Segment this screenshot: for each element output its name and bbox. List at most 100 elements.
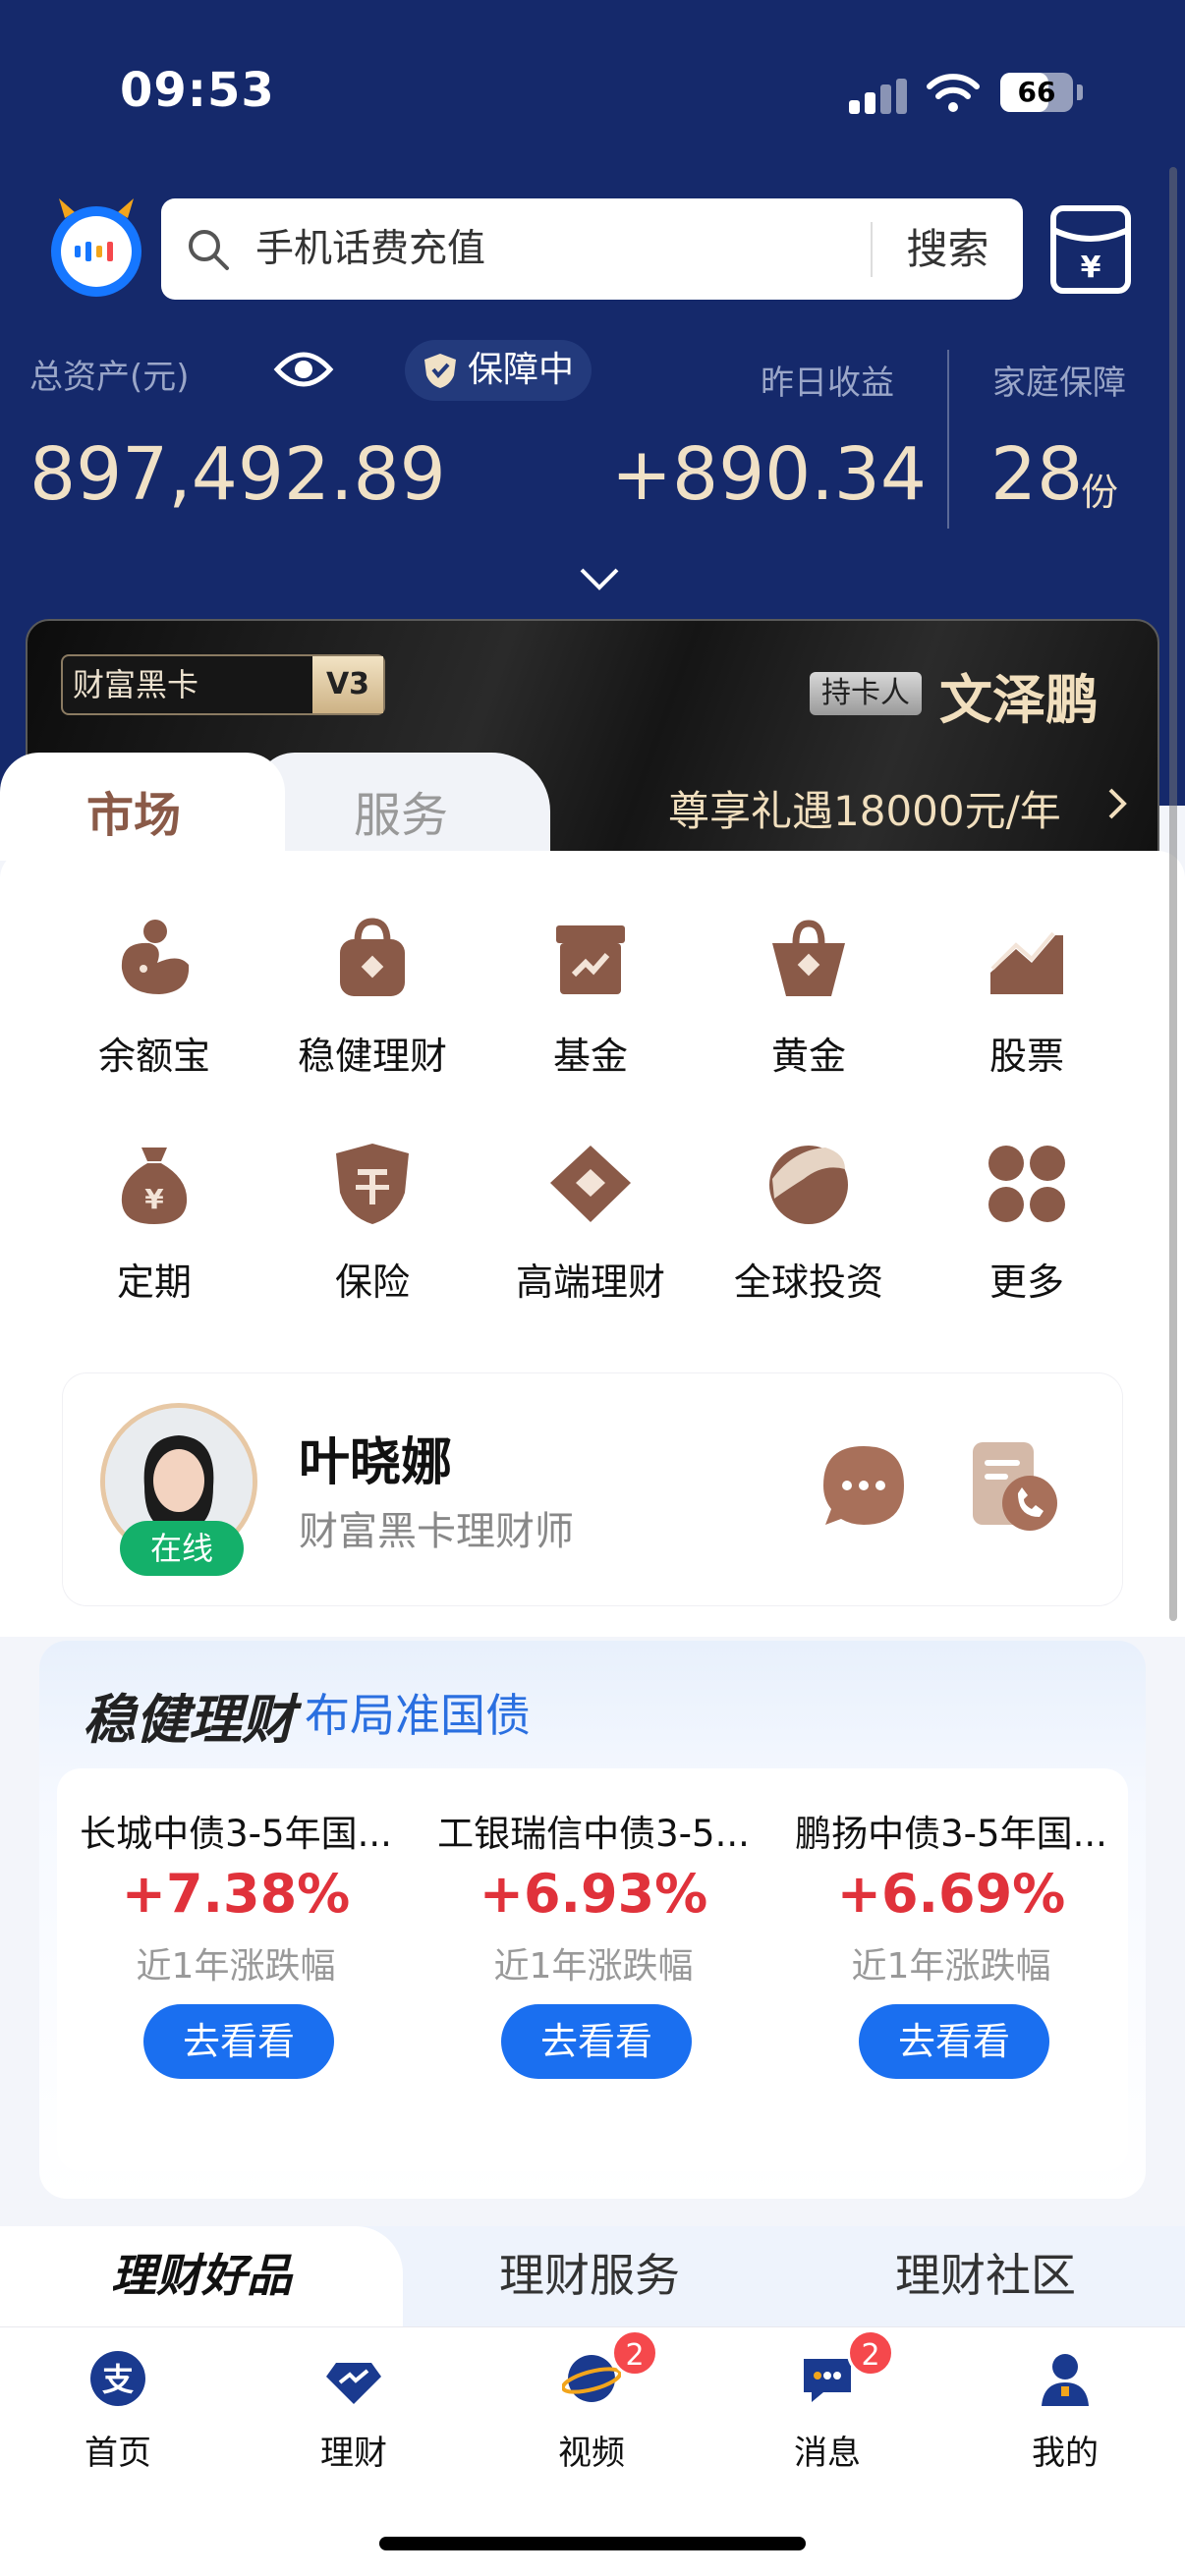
grid-label: 更多 xyxy=(988,1260,1064,1304)
product-name: 工银瑞信中债3-5... xyxy=(437,1813,750,1855)
product-rate-label: 近1年涨跌幅 xyxy=(136,1946,336,1987)
card-holder-label: 持卡人 xyxy=(810,672,922,715)
grid-item-more[interactable]: 更多 xyxy=(906,1140,1142,1336)
nav-label: 视频 xyxy=(558,2434,625,2473)
card-offer-text[interactable]: 尊享礼遇18000元/年 xyxy=(668,778,1061,838)
grid-label: 高端理财 xyxy=(515,1260,665,1304)
grid-item-insurance[interactable]: 保险 xyxy=(252,1140,487,1336)
alipay-mascot-icon[interactable] xyxy=(45,196,147,299)
shield-icon xyxy=(424,354,456,388)
svg-text:支: 支 xyxy=(102,2361,134,2398)
bag-lock-icon xyxy=(340,918,405,996)
wifi-icon xyxy=(927,74,980,112)
grid-label: 黄金 xyxy=(770,1035,846,1078)
grid-label: 余额宝 xyxy=(97,1035,210,1078)
grid-item-fixed-term[interactable]: ¥ 定期 xyxy=(33,1140,269,1336)
product-card[interactable]: 工银瑞信中债3-5... +6.93% 近1年涨跌幅 去看看 xyxy=(415,1768,772,2161)
phone-call-icon[interactable] xyxy=(967,1438,1061,1535)
grid-item-gold[interactable]: 黄金 xyxy=(688,914,924,1110)
tab-market[interactable]: 市场 xyxy=(86,776,181,845)
search-button[interactable]: 搜索 xyxy=(873,198,1023,300)
cellular-signal-icon xyxy=(849,79,908,114)
nav-finance[interactable]: 理财 xyxy=(275,2349,432,2477)
product-card[interactable]: 鹏扬中债3-5年国... +6.69% 近1年涨跌幅 去看看 xyxy=(772,1768,1130,2161)
view-product-button[interactable]: 去看看 xyxy=(859,2004,1049,2079)
product-rate-label: 近1年涨跌幅 xyxy=(851,1946,1051,1987)
total-assets-value[interactable]: 897,492.89 xyxy=(29,432,446,517)
home-indicator[interactable] xyxy=(379,2537,806,2550)
family-protection-label: 家庭保障 xyxy=(992,364,1126,403)
tab-finance-services[interactable]: 理财服务 xyxy=(393,2226,786,2334)
notification-badge: 2 xyxy=(847,2329,894,2377)
grid-label: 全球投资 xyxy=(733,1260,883,1304)
advisor-card[interactable]: 在线 叶晓娜 财富黑卡理财师 xyxy=(63,1373,1122,1605)
tab-finance-community[interactable]: 理财社区 xyxy=(786,2226,1185,2334)
grid-item-steady-finance[interactable]: 稳健理财 xyxy=(252,914,487,1110)
view-product-button[interactable]: 去看看 xyxy=(143,2004,334,2079)
product-name: 长城中债3-5年国... xyxy=(80,1813,392,1855)
product-rate: +6.69% xyxy=(836,1863,1066,1925)
black-card-badge: 财富黑卡 V3 xyxy=(61,654,385,715)
product-rate: +7.38% xyxy=(121,1863,351,1925)
product-list: 长城中债3-5年国... +7.38% 近1年涨跌幅 去看看 工银瑞信中债3-5… xyxy=(57,1768,1128,2171)
nav-profile[interactable]: 我的 xyxy=(987,2349,1144,2477)
nav-label: 我的 xyxy=(1032,2434,1099,2473)
nav-label: 理财 xyxy=(320,2434,387,2473)
featured-finance-title: 稳健理财 xyxy=(83,1689,295,1751)
fund-box-icon xyxy=(556,925,625,994)
yesterday-earnings-value[interactable]: +890.34 xyxy=(611,432,927,517)
grid-label: 保险 xyxy=(334,1260,410,1304)
grid-item-global-investment[interactable]: 全球投资 xyxy=(688,1140,924,1336)
eye-icon[interactable] xyxy=(273,346,334,393)
nav-messages[interactable]: 消息 2 xyxy=(749,2329,906,2477)
nav-label: 首页 xyxy=(85,2434,151,2473)
advisor-name: 叶晓娜 xyxy=(299,1433,453,1492)
red-envelope-icon[interactable]: ¥ xyxy=(1049,204,1132,295)
search-input[interactable]: 手机话费充值 xyxy=(255,198,485,300)
protection-status-text: 保障中 xyxy=(468,350,575,390)
diamond-icon xyxy=(550,1146,631,1222)
finance-diamond-icon xyxy=(326,2363,381,2404)
grid-item-premium-finance[interactable]: 高端理财 xyxy=(470,1140,705,1336)
view-product-button[interactable]: 去看看 xyxy=(501,2004,692,2079)
battery-cap xyxy=(1077,84,1083,100)
advisor-title: 财富黑卡理财师 xyxy=(299,1509,574,1554)
tab-service[interactable]: 服务 xyxy=(354,776,448,845)
content-tabs: 理财好品 理财服务 理财社区 xyxy=(0,2226,1185,2334)
tab-good-products[interactable]: 理财好品 xyxy=(0,2226,403,2334)
header-divider xyxy=(947,350,949,529)
product-card[interactable]: 长城中债3-5年国... +7.38% 近1年涨跌幅 去看看 xyxy=(57,1768,415,2161)
total-assets-label: 总资产(元) xyxy=(29,358,190,397)
chevron-down-icon[interactable] xyxy=(578,564,621,593)
online-status-badge: 在线 xyxy=(120,1521,244,1576)
grid-label: 股票 xyxy=(988,1035,1064,1078)
protection-status-badge[interactable]: 保障中 xyxy=(405,340,592,401)
more-dots-icon xyxy=(988,1146,1065,1222)
grid-item-fund[interactable]: 基金 xyxy=(470,914,705,1110)
battery-icon: 66 xyxy=(1000,73,1073,112)
globe-icon xyxy=(769,1146,848,1224)
grid-label: 稳健理财 xyxy=(297,1035,447,1078)
product-rate-label: 近1年涨跌幅 xyxy=(493,1946,694,1987)
grid-item-stock[interactable]: 股票 xyxy=(906,914,1142,1110)
svg-text:¥: ¥ xyxy=(1081,251,1101,285)
chevron-right-icon xyxy=(1108,788,1127,819)
notification-badge: 2 xyxy=(611,2329,658,2377)
family-protection-value[interactable]: 28 xyxy=(990,432,1083,517)
scrollbar[interactable] xyxy=(1169,167,1177,1621)
nav-home[interactable]: 支 首页 xyxy=(39,2349,197,2477)
grid-label: 定期 xyxy=(116,1260,192,1304)
home-alipay-icon: 支 xyxy=(90,2351,145,2406)
chat-bubble-icon[interactable] xyxy=(819,1442,908,1531)
grid-item-yuebao[interactable]: 余额宝 xyxy=(33,914,269,1110)
search-icon xyxy=(189,230,229,270)
card-holder-name: 文泽鹏 xyxy=(939,669,1099,731)
featured-finance-subtitle[interactable]: 布局准国债 xyxy=(305,1680,531,1745)
black-card-level: V3 xyxy=(312,656,383,713)
search-bar[interactable]: 手机话费充值 搜索 xyxy=(161,198,1023,300)
nav-video[interactable]: 视频 2 xyxy=(513,2329,670,2477)
battery-percent: 66 xyxy=(1017,76,1056,108)
yesterday-earnings-label: 昨日收益 xyxy=(761,364,894,403)
gold-bag-icon xyxy=(772,920,845,996)
featured-finance-section: 稳健理财 布局准国债 长城中债3-5年国... +7.38% 近1年涨跌幅 去看… xyxy=(39,1641,1146,2199)
